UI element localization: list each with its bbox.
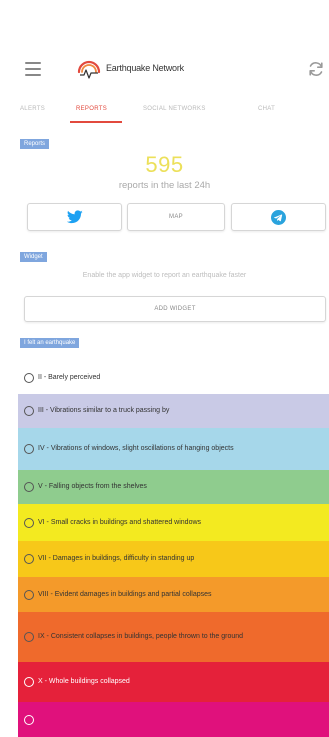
- radio-button[interactable]: [24, 444, 34, 454]
- map-button[interactable]: MAP: [127, 203, 225, 231]
- radio-button[interactable]: [24, 677, 34, 687]
- reports-section-label: Reports: [20, 139, 50, 149]
- intensity-option[interactable]: III - Vibrations similar to a truck pass…: [18, 394, 329, 428]
- twitter-icon: [66, 210, 83, 224]
- radio-button[interactable]: [24, 589, 34, 600]
- radio-button[interactable]: [24, 632, 34, 642]
- reports-subtitle: reports in the last 24h: [118, 180, 211, 191]
- tab-alerts[interactable]: ALERTS: [20, 106, 45, 112]
- intensity-label: IV - Vibrations of windows, slight oscil…: [38, 445, 234, 452]
- intensity-option[interactable]: X - Whole buildings collapsed: [18, 662, 329, 702]
- tab-reports[interactable]: REPORTS: [76, 106, 107, 112]
- radio-button[interactable]: [24, 517, 34, 528]
- radio-button[interactable]: [24, 482, 34, 492]
- intensity-option[interactable]: VIII - Evident damages in buildings and …: [18, 577, 329, 612]
- app-title: Earthquake Network: [106, 63, 184, 73]
- intensity-label: V - Falling objects from the shelves: [38, 483, 147, 490]
- radio-button[interactable]: [24, 373, 34, 383]
- refresh-icon[interactable]: [307, 60, 325, 78]
- intensity-option[interactable]: IV - Vibrations of windows, slight oscil…: [18, 428, 329, 470]
- radio-button[interactable]: [24, 554, 34, 564]
- twitter-button[interactable]: [27, 203, 122, 231]
- radio-button[interactable]: [24, 714, 34, 725]
- intensity-label: VII - Damages in buildings, difficulty i…: [38, 555, 195, 562]
- radio-button[interactable]: [24, 406, 34, 416]
- telegram-button[interactable]: [231, 203, 326, 231]
- intensity-section-label: I felt an earthquake: [20, 338, 80, 348]
- reports-count: 595: [145, 152, 184, 177]
- intensity-option[interactable]: VI - Small cracks in buildings and shatt…: [18, 504, 329, 541]
- intensity-label: IX - Consistent collapses in buildings, …: [38, 633, 244, 640]
- telegram-icon: [271, 209, 286, 225]
- intensity-label: VI - Small cracks in buildings and shatt…: [38, 518, 202, 526]
- menu-icon[interactable]: [25, 62, 41, 76]
- active-tab-indicator: [70, 121, 122, 123]
- intensity-label: II - Barely perceived: [38, 374, 101, 381]
- intensity-option[interactable]: [18, 702, 329, 737]
- intensity-option[interactable]: IX - Consistent collapses in buildings, …: [18, 612, 329, 662]
- tab-social-networks[interactable]: SOCIAL NETWORKS: [143, 106, 206, 112]
- intensity-option[interactable]: VII - Damages in buildings, difficulty i…: [18, 541, 329, 577]
- app-bar: Earthquake Network: [0, 50, 329, 90]
- widget-description: Enable the app widget to report an earth…: [82, 272, 247, 279]
- tab-bar: ALERTS REPORTS SOCIAL NETWORKS CHAT: [0, 100, 329, 124]
- logo-icon: [77, 60, 101, 79]
- map-button-label: MAP: [169, 214, 183, 220]
- tab-chat[interactable]: CHAT: [258, 106, 275, 112]
- add-widget-button[interactable]: ADD WIDGET: [24, 296, 326, 322]
- intensity-label: VIII - Evident damages in buildings and …: [38, 590, 212, 598]
- intensity-label: X - Whole buildings collapsed: [38, 678, 130, 685]
- add-widget-label: ADD WIDGET: [154, 306, 196, 312]
- intensity-option[interactable]: V - Falling objects from the shelves: [18, 470, 329, 504]
- widget-section-label: Widget: [20, 252, 47, 262]
- intensity-option[interactable]: II - Barely perceived: [18, 362, 329, 394]
- intensity-label: III - Vibrations similar to a truck pass…: [38, 407, 170, 414]
